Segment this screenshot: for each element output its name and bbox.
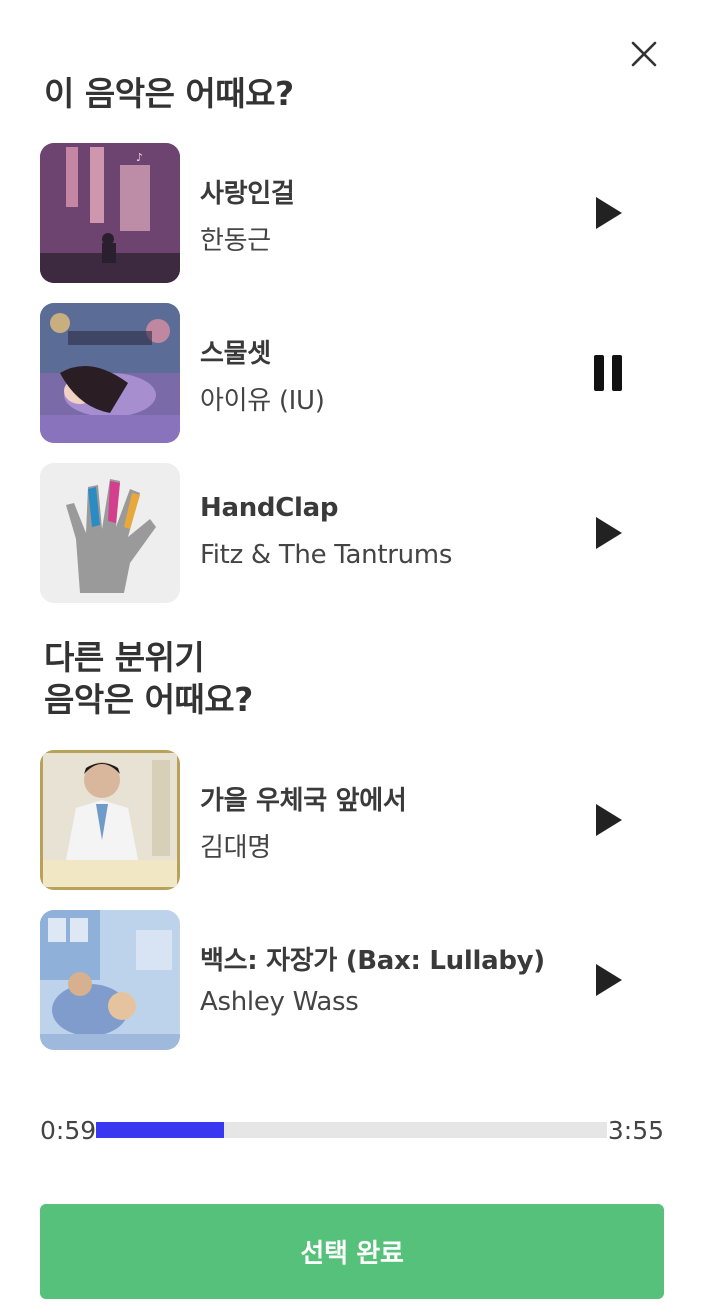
track-title: 스물셋 [200,339,271,369]
section-title-similar: 이 음악은 어때요? [44,74,294,113]
play-icon [596,197,622,229]
track-title: 백스: 자장가 (Bax: Lullaby) [200,946,545,976]
svg-text:♪: ♪ [136,151,143,164]
pause-button[interactable] [588,349,632,397]
play-button[interactable] [588,956,632,1004]
play-icon [596,804,622,836]
track-title: 사랑인걸 [200,179,295,209]
album-cover [40,463,180,603]
section-title-different: 다른 분위기 음악은 어때요? [44,638,253,719]
play-icon [596,964,622,996]
playback-progress: 0:59 3:55 [40,1112,664,1152]
track-artist: 한동근 [200,226,271,256]
progress-fill [96,1122,225,1138]
track-artist: 아이유 (IU) [200,386,325,416]
done-button[interactable]: 선택 완료 [40,1204,664,1299]
track-title: HandClap [200,493,339,523]
track-item[interactable]: 백스: 자장가 (Bax: Lullaby) Ashley Wass [40,910,664,1050]
track-artist: Ashley Wass [200,987,359,1017]
progress-bar[interactable] [96,1122,607,1138]
track-title: 가을 우체국 앞에서 [200,786,407,816]
album-cover: ♪ [40,143,180,283]
album-cover [40,303,180,443]
play-button[interactable] [588,189,632,237]
track-item[interactable]: 스물셋 아이유 (IU) [40,303,664,443]
track-artist: Fitz & The Tantrums [200,540,453,570]
play-button[interactable] [588,796,632,844]
album-cover [40,910,180,1050]
close-button[interactable] [624,34,664,74]
play-icon [596,517,622,549]
close-icon [631,41,657,67]
play-button[interactable] [588,509,632,557]
track-item[interactable]: HandClap Fitz & The Tantrums [40,463,664,603]
track-item[interactable]: 가을 우체국 앞에서 김대명 [40,750,664,890]
album-cover [40,750,180,890]
track-artist: 김대명 [200,833,271,863]
track-item[interactable]: ♪ 사랑인걸 한동근 [40,143,664,283]
current-time: 0:59 [40,1116,97,1145]
pause-icon [594,355,622,391]
total-time: 3:55 [607,1116,664,1145]
